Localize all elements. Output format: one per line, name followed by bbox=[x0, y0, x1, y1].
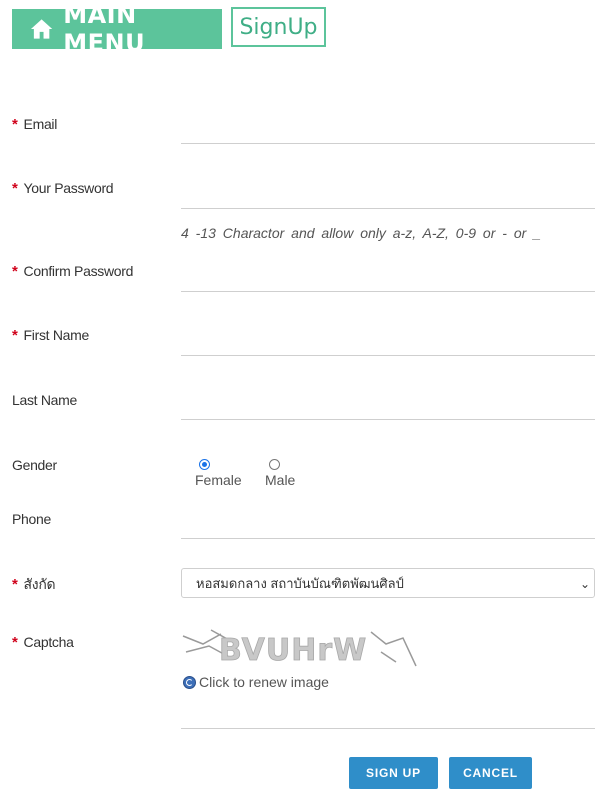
first-name-field[interactable] bbox=[181, 334, 595, 356]
required-mark: * bbox=[12, 180, 18, 197]
password-label: * Your Password bbox=[12, 180, 114, 197]
last-name-field[interactable] bbox=[181, 398, 595, 420]
confirm-password-label: * Confirm Password bbox=[12, 263, 134, 280]
required-mark: * bbox=[12, 576, 18, 593]
cancel-button[interactable]: CANCEL bbox=[449, 757, 532, 789]
required-mark: * bbox=[12, 116, 18, 133]
first-name-label: * First Name bbox=[12, 327, 89, 344]
captcha-field[interactable] bbox=[181, 707, 595, 729]
male-radio[interactable] bbox=[269, 459, 280, 470]
confirm-password-field[interactable] bbox=[181, 270, 595, 292]
email-label: * Email bbox=[12, 116, 58, 133]
home-icon bbox=[30, 19, 53, 39]
gender-option-female[interactable]: Female bbox=[195, 459, 242, 488]
renew-captcha-label: Click to renew image bbox=[199, 674, 329, 690]
renew-captcha-link[interactable]: Click to renew image bbox=[183, 674, 329, 690]
affiliation-selected-value: หอสมดกลาง สถาบันบัณฑิตพัฒนศิลป์ bbox=[196, 575, 404, 591]
captcha-image: BVUHrW bbox=[182, 629, 417, 668]
signup-button[interactable]: SIGN UP bbox=[349, 757, 438, 789]
password-field[interactable] bbox=[181, 187, 595, 209]
female-radio[interactable] bbox=[199, 459, 210, 470]
required-mark: * bbox=[12, 327, 18, 344]
last-name-label: Last Name bbox=[12, 392, 77, 408]
male-radio-label: Male bbox=[265, 472, 296, 488]
gender-label: Gender bbox=[12, 457, 57, 473]
affiliation-label: * สังกัด bbox=[12, 576, 56, 593]
required-mark: * bbox=[12, 634, 18, 651]
phone-field[interactable] bbox=[181, 517, 595, 539]
gender-option-male[interactable]: Male bbox=[265, 459, 295, 488]
refresh-icon bbox=[183, 675, 196, 689]
main-menu-button[interactable]: MAIN MENU bbox=[12, 1, 222, 57]
required-mark: * bbox=[12, 263, 18, 280]
captcha-label: * Captcha bbox=[12, 634, 74, 651]
chevron-down-icon: ⌄ bbox=[579, 577, 590, 591]
signup-title: SignUp bbox=[231, 7, 326, 47]
captcha-text: BVUHrW bbox=[219, 633, 367, 668]
affiliation-select[interactable]: หอสมดกลาง สถาบันบัณฑิตพัฒนศิลป์ ⌄ bbox=[181, 568, 595, 598]
main-menu-label: MAIN MENU bbox=[63, 1, 146, 57]
email-field[interactable] bbox=[181, 122, 595, 144]
phone-label: Phone bbox=[12, 511, 51, 527]
female-radio-label: Female bbox=[195, 472, 242, 488]
password-hint: 4 -13 Charactor and allow only a-z, A-Z,… bbox=[181, 225, 541, 241]
